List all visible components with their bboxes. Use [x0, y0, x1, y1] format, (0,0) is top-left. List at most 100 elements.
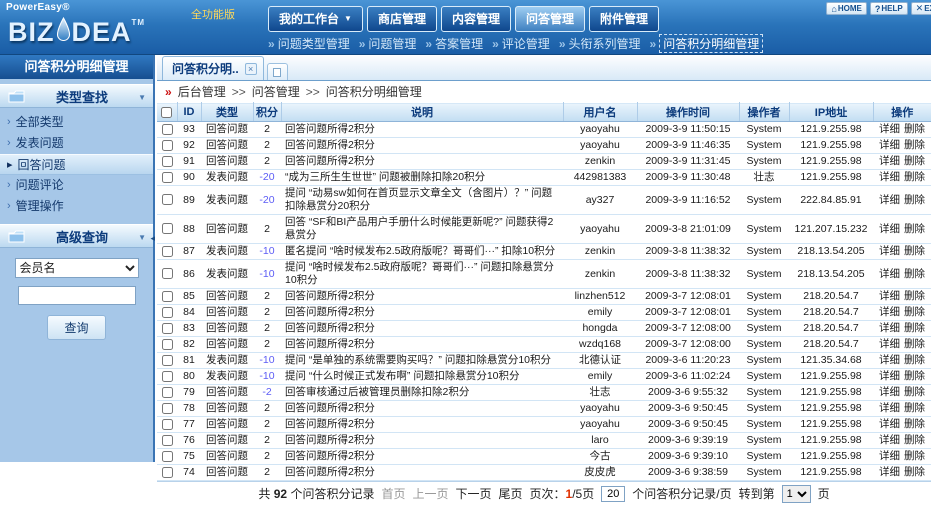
query-value-input[interactable]	[18, 286, 136, 305]
panel-collapse-arrow-icon[interactable]: ▼	[138, 93, 146, 102]
sidebar-filter-item[interactable]: › 全部类型	[0, 112, 153, 133]
row-checkbox[interactable]	[162, 307, 173, 318]
breadcrumb-item[interactable]: 问答积分明细管理	[326, 83, 422, 100]
next-page-link[interactable]: 下一页	[455, 485, 491, 502]
row-checkbox[interactable]	[162, 124, 173, 135]
delete-link[interactable]: 删除	[904, 466, 925, 478]
row-checkbox[interactable]	[162, 194, 173, 205]
nav-tab[interactable]: 商店管理 ▼	[367, 6, 437, 32]
row-checkbox[interactable]	[162, 419, 173, 430]
breadcrumb-item[interactable]: 后台管理	[178, 83, 226, 100]
delete-link[interactable]: 删除	[904, 171, 925, 183]
delete-link[interactable]: 删除	[904, 370, 925, 382]
window-button[interactable]: ⌂ HOME	[826, 2, 866, 15]
row-checkbox[interactable]	[162, 467, 173, 478]
sidebar-filter-item[interactable]: › 问题评论	[0, 175, 153, 196]
delete-link[interactable]: 删除	[904, 402, 925, 414]
delete-link[interactable]: 删除	[904, 450, 925, 462]
window-button[interactable]: ✕ EXIT	[911, 2, 931, 15]
delete-link[interactable]: 删除	[904, 306, 925, 318]
detail-link[interactable]: 详细	[879, 434, 900, 446]
type-search-panel-header[interactable]: 类型查找 ▼	[0, 84, 153, 108]
detail-link[interactable]: 详细	[879, 466, 900, 478]
select-all-checkbox[interactable]	[161, 107, 172, 118]
document-tab[interactable]: 问答积分明.. ×	[162, 56, 264, 80]
row-checkbox[interactable]	[162, 387, 173, 398]
detail-link[interactable]: 详细	[879, 123, 900, 135]
delete-link[interactable]: 删除	[904, 155, 925, 167]
delete-link[interactable]: 删除	[904, 354, 925, 366]
sidebar-filter-item[interactable]: › 管理操作	[0, 196, 153, 217]
first-page-link[interactable]: 首页	[381, 485, 405, 502]
subnav-item[interactable]: » 问答积分明细管理	[650, 34, 764, 53]
row-checkbox[interactable]	[162, 246, 173, 257]
row-checkbox[interactable]	[162, 291, 173, 302]
delete-link[interactable]: 删除	[904, 139, 925, 151]
nav-tab[interactable]: 问答管理 ▼	[515, 6, 585, 32]
delete-link[interactable]: 删除	[904, 418, 925, 430]
delete-link[interactable]: 删除	[904, 194, 925, 206]
detail-link[interactable]: 详细	[879, 418, 900, 430]
delete-link[interactable]: 删除	[904, 338, 925, 350]
row-checkbox[interactable]	[162, 435, 173, 446]
advanced-query-panel-header[interactable]: 高级查询 ▼	[0, 224, 153, 248]
detail-link[interactable]: 详细	[879, 223, 900, 235]
search-button[interactable]: 查询	[47, 315, 105, 340]
sidebar-collapse-handle[interactable]: ◂	[150, 233, 155, 244]
row-checkbox[interactable]	[162, 371, 173, 382]
delete-link[interactable]: 删除	[904, 386, 925, 398]
nav-tab[interactable]: 内容管理 ▼	[441, 6, 511, 32]
detail-link[interactable]: 详细	[879, 402, 900, 414]
prev-page-link[interactable]: 上一页	[412, 485, 448, 502]
detail-link[interactable]: 详细	[879, 370, 900, 382]
delete-link[interactable]: 删除	[904, 223, 925, 235]
delete-link[interactable]: 删除	[904, 434, 925, 446]
detail-link[interactable]: 详细	[879, 245, 900, 257]
delete-link[interactable]: 删除	[904, 123, 925, 135]
per-page-input[interactable]	[601, 486, 625, 502]
subnav-item[interactable]: » 问题管理	[359, 35, 417, 52]
new-tab-button[interactable]	[267, 63, 288, 80]
detail-link[interactable]: 详细	[879, 171, 900, 183]
subnav-item[interactable]: » 答案管理	[425, 35, 483, 52]
goto-page-select[interactable]: 1	[782, 485, 811, 503]
window-button[interactable]: ? HELP	[870, 2, 908, 15]
nav-tab[interactable]: 附件管理 ▼	[589, 6, 659, 32]
tab-close-icon[interactable]: ×	[245, 63, 257, 75]
row-checkbox[interactable]	[162, 339, 173, 350]
detail-link[interactable]: 详细	[879, 139, 900, 151]
detail-link[interactable]: 详细	[879, 322, 900, 334]
last-page-link[interactable]: 尾页	[499, 485, 523, 502]
subnav-item[interactable]: » 头衔系列管理	[559, 35, 641, 52]
query-field-select[interactable]: 会员名	[15, 258, 139, 278]
nav-tab[interactable]: 我的工作台 ▼	[268, 6, 363, 32]
sidebar-filter-item[interactable]: › 发表问题	[0, 133, 153, 154]
delete-link[interactable]: 删除	[904, 290, 925, 302]
row-checkbox[interactable]	[162, 223, 173, 234]
detail-link[interactable]: 详细	[879, 268, 900, 280]
row-checkbox[interactable]	[162, 172, 173, 183]
row-checkbox[interactable]	[162, 403, 173, 414]
detail-link[interactable]: 详细	[879, 354, 900, 366]
breadcrumb-item[interactable]: 问答管理	[252, 83, 300, 100]
detail-link[interactable]: 详细	[879, 450, 900, 462]
detail-link[interactable]: 详细	[879, 338, 900, 350]
row-checkbox[interactable]	[162, 268, 173, 279]
subnav-item[interactable]: » 问题类型管理	[268, 35, 350, 52]
row-checkbox[interactable]	[162, 140, 173, 151]
row-checkbox[interactable]	[162, 156, 173, 167]
delete-link[interactable]: 删除	[904, 268, 925, 280]
delete-link[interactable]: 删除	[904, 322, 925, 334]
subnav-item[interactable]: » 评论管理	[492, 35, 550, 52]
detail-link[interactable]: 详细	[879, 155, 900, 167]
row-checkbox[interactable]	[162, 323, 173, 334]
detail-link[interactable]: 详细	[879, 306, 900, 318]
detail-link[interactable]: 详细	[879, 290, 900, 302]
sidebar-filter-item[interactable]: ▸ 回答问题	[0, 154, 153, 175]
detail-link[interactable]: 详细	[879, 194, 900, 206]
detail-link[interactable]: 详细	[879, 386, 900, 398]
row-checkbox[interactable]	[162, 355, 173, 366]
row-checkbox[interactable]	[162, 451, 173, 462]
delete-link[interactable]: 删除	[904, 245, 925, 257]
panel-collapse-arrow-icon[interactable]: ▼	[138, 233, 146, 242]
